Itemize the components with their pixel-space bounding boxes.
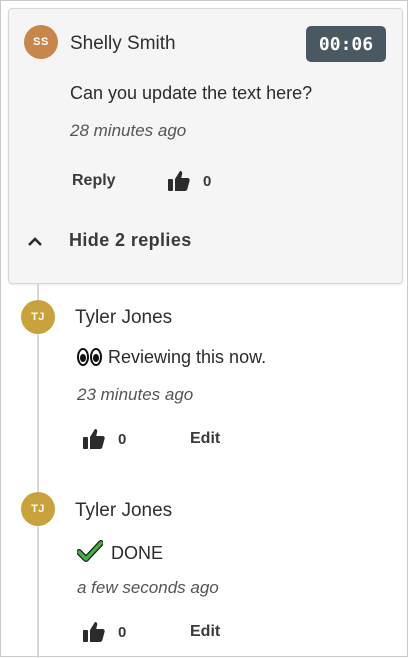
hide-replies-toggle[interactable]: Hide 2 replies <box>27 230 192 251</box>
comment-text: Reviewing this now. <box>108 347 267 367</box>
chevron-up-icon <box>28 236 42 246</box>
comment-text-row: DONE <box>77 540 163 564</box>
video-timestamp-badge[interactable]: 00:06 <box>306 26 386 62</box>
edit-button[interactable]: Edit <box>190 430 220 448</box>
thumbs-up-icon <box>83 622 105 642</box>
comment-text-row: Reviewing this now. <box>77 347 266 368</box>
like-count: 0 <box>118 430 127 448</box>
avatar: TJ <box>21 300 55 334</box>
parent-comment: SS Shelly Smith 00:06 Can you update the… <box>8 8 403 284</box>
like-button[interactable]: 0 <box>167 169 211 193</box>
heavy-check-mark-icon <box>77 540 103 562</box>
comment-author: Tyler Jones <box>75 500 173 521</box>
hide-replies-label: Hide 2 replies <box>69 230 192 250</box>
avatar: TJ <box>21 492 55 526</box>
like-count: 0 <box>118 623 127 641</box>
thread-line <box>37 283 39 658</box>
thumbs-up-icon <box>168 171 190 191</box>
comment-author: Shelly Smith <box>70 33 176 54</box>
comment-time: 23 minutes ago <box>77 385 194 404</box>
comment-time: a few seconds ago <box>77 578 219 597</box>
like-button[interactable]: 0 <box>82 620 126 644</box>
avatar: SS <box>24 25 58 59</box>
edit-button[interactable]: Edit <box>190 623 220 641</box>
like-count: 0 <box>203 172 212 190</box>
comment-thread-panel: SS Shelly Smith 00:06 Can you update the… <box>0 0 408 658</box>
comment-text: Can you update the text here? <box>70 83 313 103</box>
comment-text: DONE <box>111 543 164 563</box>
reply-button[interactable]: Reply <box>72 172 116 190</box>
comment-time: 28 minutes ago <box>70 121 187 140</box>
like-button[interactable]: 0 <box>82 427 126 451</box>
eyes-icon <box>77 348 102 366</box>
comment-author: Tyler Jones <box>75 307 173 328</box>
thumbs-up-icon <box>83 429 105 449</box>
